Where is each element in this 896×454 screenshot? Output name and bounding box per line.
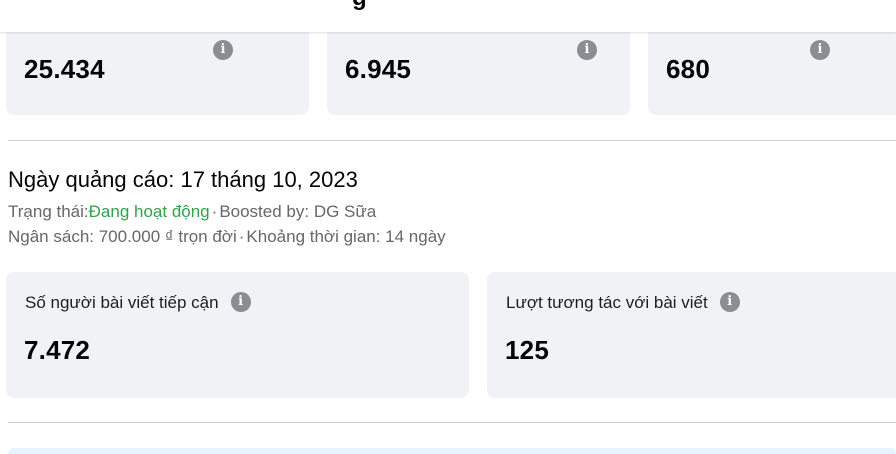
engagement-card: Lượt tương tác với bài viết i 125 — [487, 272, 896, 398]
section-divider — [8, 140, 896, 141]
engagement-value: 125 — [505, 335, 549, 365]
boosted-by-text: Boosted by: DG Sữa — [219, 202, 377, 221]
info-icon[interactable]: i — [213, 40, 233, 60]
stat-value: 25.434 — [24, 54, 105, 84]
stat-value: 6.945 — [345, 54, 412, 84]
stat-card: i 6.945 — [327, 24, 630, 115]
engagement-label-row: Lượt tương tác với bài viết i — [506, 292, 740, 313]
stat-card: i 25.434 — [6, 24, 309, 115]
separator-dot: · — [211, 202, 218, 221]
reach-label-row: Số người bài viết tiếp cận i — [25, 292, 251, 313]
next-section-panel — [8, 448, 896, 454]
header-title-fragment: g — [352, 0, 367, 12]
stat-value: 680 — [666, 54, 710, 84]
header-bar: g — [0, 0, 896, 32]
info-icon[interactable]: i — [230, 292, 251, 313]
budget-text: Ngân sách: 700.000 ₫ trọn đời — [8, 227, 237, 246]
info-icon[interactable]: i — [810, 40, 830, 60]
engagement-label: Lượt tương tác với bài viết — [506, 293, 708, 312]
ad-date-title: Ngày quảng cáo: 17 tháng 10, 2023 — [8, 167, 358, 192]
reach-value: 7.472 — [24, 335, 91, 365]
ad-status-line: Trạng thái:Đang hoạt động · Boosted by: DG… — [8, 202, 376, 222]
ad-insights-page: g i 25.434 i 6.945 i 680 Ngày quảng cáo:… — [0, 0, 896, 454]
status-badge: Đang hoạt động — [88, 202, 210, 221]
ad-budget-line: Ngân sách: 700.000 ₫ trọn đời · Khoảng thờ… — [8, 227, 446, 247]
separator-dot: · — [238, 227, 245, 246]
info-icon[interactable]: i — [719, 292, 740, 313]
section-divider — [8, 422, 896, 423]
reach-label: Số người bài viết tiếp cận — [25, 293, 219, 312]
duration-text: Khoảng thời gian: 14 ngày — [246, 227, 446, 246]
stat-card: i 680 — [648, 24, 896, 115]
status-label: Trạng thái: — [8, 202, 89, 221]
reach-card: Số người bài viết tiếp cận i 7.472 — [6, 272, 469, 398]
info-icon[interactable]: i — [577, 40, 597, 60]
